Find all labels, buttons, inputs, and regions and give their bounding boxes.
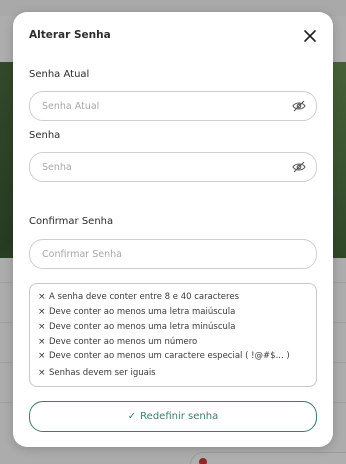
new-password-label: Senha [29,130,61,141]
close-icon[interactable] [302,28,318,44]
rule-unmet-icon: × [38,292,46,302]
new-password-input[interactable] [42,153,282,181]
rule-lowercase: × Deve conter ao menos uma letra minúscul… [38,322,235,332]
rule-text: Deve conter ao menos uma letra minúscula [49,322,236,332]
current-password-field [29,91,317,121]
rule-unmet-icon: × [38,307,46,317]
reset-password-label: Redefinir senha [140,411,219,422]
check-icon: ✓ [127,411,137,422]
rule-length: × A senha deve conter entre 8 e 40 caract… [38,292,239,302]
rule-text: Deve conter ao menos um caractere especi… [49,351,290,361]
new-password-field [29,152,317,182]
rule-unmet-icon: × [38,337,46,347]
password-rules-list: × A senha deve conter entre 8 e 40 caract… [29,283,317,387]
rule-text: Deve conter ao menos um número [49,337,198,347]
rule-text: A senha deve conter entre 8 e 40 caracte… [49,292,240,302]
rule-unmet-icon: × [38,351,46,361]
confirm-password-label: Confirmar Senha [29,216,114,227]
current-password-label: Senha Atual [29,69,90,80]
rule-text: Senhas devem ser iguais [49,368,156,378]
reset-password-button[interactable]: ✓ Redefinir senha [29,401,317,432]
rule-unmet-icon: × [38,368,46,378]
rule-number: × Deve conter ao menos um número [38,337,197,347]
rule-special-character: × Deve conter ao menos um caractere espec… [38,351,290,361]
rule-unmet-icon: × [38,322,46,332]
dialog-title: Alterar Senha [29,29,111,41]
rule-text: Deve conter ao menos uma letra maiúscula [49,307,236,317]
rule-passwords-match: × Senhas devem ser iguais [38,368,156,378]
confirm-password-field [29,239,317,269]
current-password-input[interactable] [42,92,282,120]
confirm-password-input[interactable] [42,240,282,268]
change-password-dialog: Alterar Senha Senha Atual Senha Confirma… [13,12,333,447]
eye-off-icon[interactable] [292,100,306,112]
eye-off-icon[interactable] [292,161,306,173]
rule-uppercase: × Deve conter ao menos uma letra maiúscul… [38,307,235,317]
